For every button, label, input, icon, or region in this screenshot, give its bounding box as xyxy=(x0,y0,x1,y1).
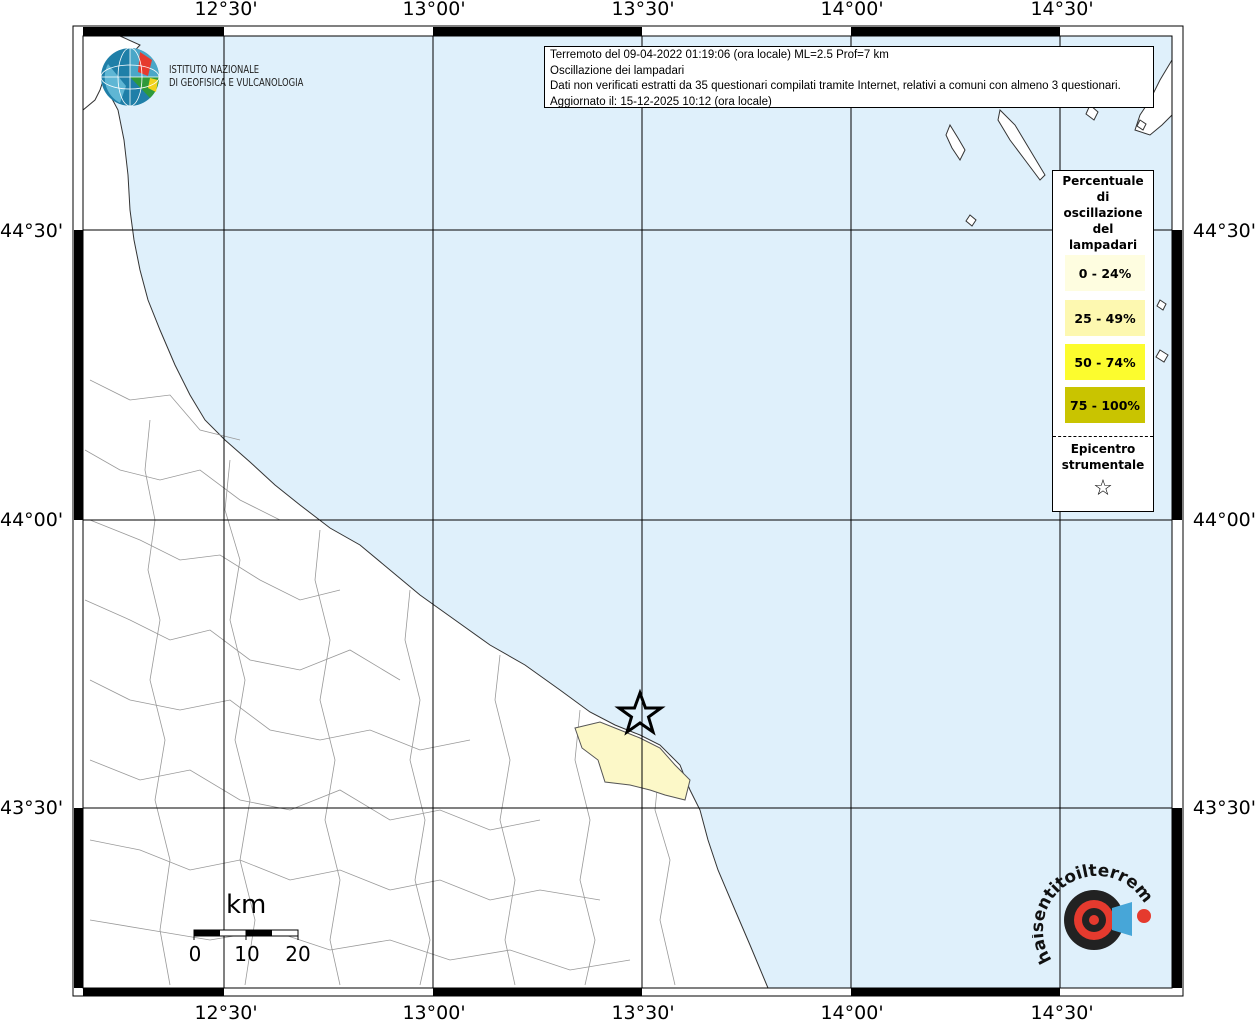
legend-item-50-74: 50 - 74% xyxy=(1065,344,1145,380)
lon-label-top: 12°30' xyxy=(194,0,258,20)
legend-title-line: Percentuale xyxy=(1062,174,1144,188)
logo-line: ISTITUTO NAZIONALE xyxy=(169,63,260,76)
legend-item-25-49: 25 - 49% xyxy=(1065,300,1145,336)
lon-label-bottom: 14°00' xyxy=(820,1002,884,1024)
legend: Percentuale di oscillazione del lampadar… xyxy=(1052,170,1154,512)
earthquake-info-box: Terremoto del 09-04-2022 01:19:06 (ora l… xyxy=(544,46,1154,108)
lat-label-right: 43°30' xyxy=(1192,797,1256,819)
scale-label: 10 xyxy=(234,942,260,966)
info-line: Terremoto del 09-04-2022 01:19:06 (ora l… xyxy=(550,49,889,61)
lon-label-bottom: 13°30' xyxy=(611,1002,675,1024)
legend-title: Percentuale di oscillazione del lampadar… xyxy=(1053,173,1153,253)
lat-label-left: 44°00' xyxy=(0,509,64,531)
ingv-globe-logo xyxy=(100,47,160,107)
scale-unit: km xyxy=(226,890,267,920)
lat-label-right: 44°30' xyxy=(1192,220,1256,242)
legend-epicenter-line: strumentale xyxy=(1061,458,1145,472)
info-line: Aggiornato il: 15-12-2025 10:12 (ora loc… xyxy=(550,95,772,108)
lon-label-top: 14°00' xyxy=(820,0,884,20)
scale-label: 0 xyxy=(188,942,202,966)
lon-label-top: 13°00' xyxy=(402,0,466,20)
legend-title-line: del xyxy=(1092,222,1114,236)
lon-label-bottom: 13°00' xyxy=(402,1002,466,1024)
ingv-logo-text: ISTITUTO NAZIONALE DI GEOFISICA E VULCAN… xyxy=(169,63,303,89)
legend-item-0-24: 0 - 24% xyxy=(1065,255,1145,291)
info-line: Dati non verificati estratti da 35 quest… xyxy=(550,80,1121,92)
legend-separator xyxy=(1053,436,1153,437)
legend-epicenter-line: Epicentro xyxy=(1070,442,1136,456)
legend-epicenter-title: Epicentro strumentale xyxy=(1053,441,1153,473)
lat-label-right: 44°00' xyxy=(1192,509,1256,531)
scale-label: 20 xyxy=(285,942,311,966)
legend-star-icon: ☆ xyxy=(1093,476,1113,501)
legend-title-line: di xyxy=(1096,190,1110,204)
legend-item-75-100: 75 - 100% xyxy=(1065,387,1145,423)
lon-label-bottom: 12°30' xyxy=(194,1002,258,1024)
lon-label-bottom: 14°30' xyxy=(1030,1002,1094,1024)
lat-label-left: 43°30' xyxy=(0,797,64,819)
legend-title-line: oscillazione xyxy=(1063,206,1143,220)
logo-line: DI GEOFISICA E VULCANOLOGIA xyxy=(169,76,304,89)
legend-title-line: lampadari xyxy=(1068,238,1138,252)
lon-label-top: 14°30' xyxy=(1030,0,1094,20)
lon-label-top: 13°30' xyxy=(611,0,675,20)
haisentitoilterremoto-logo: haisentitoilterremoto.it xyxy=(1032,860,1157,967)
lat-label-left: 44°30' xyxy=(0,220,64,242)
info-line: Oscillazione dei lampadari xyxy=(550,64,685,77)
